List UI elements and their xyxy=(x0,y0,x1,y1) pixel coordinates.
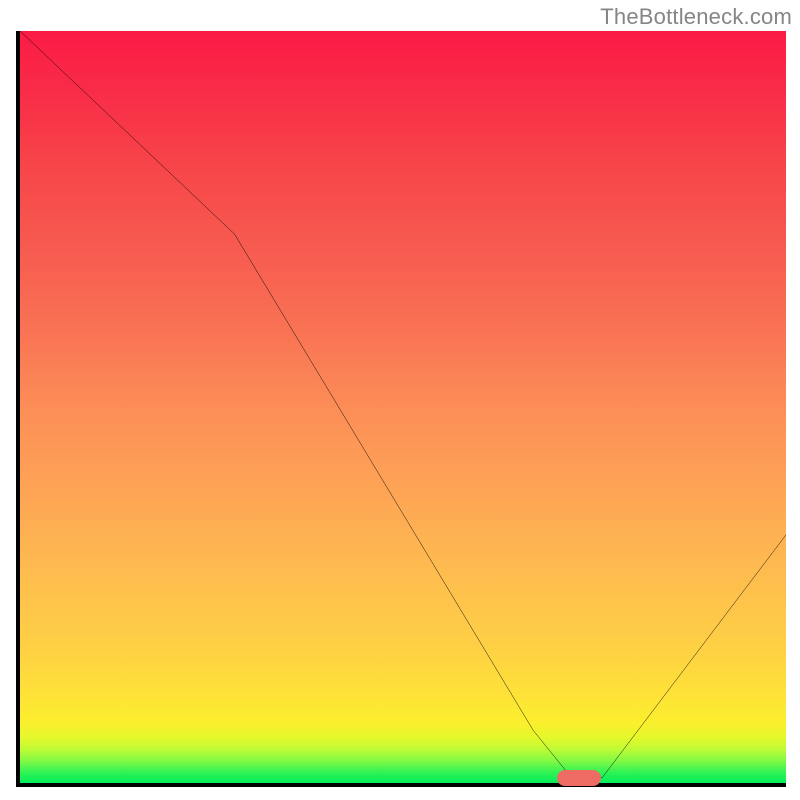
bottleneck-chart: TheBottleneck.com xyxy=(0,0,800,800)
watermark-text: TheBottleneck.com xyxy=(600,4,792,30)
curve-svg xyxy=(20,31,786,783)
plot-area xyxy=(16,31,786,787)
bottleneck-curve-path xyxy=(20,31,786,778)
optimal-marker xyxy=(557,770,601,786)
